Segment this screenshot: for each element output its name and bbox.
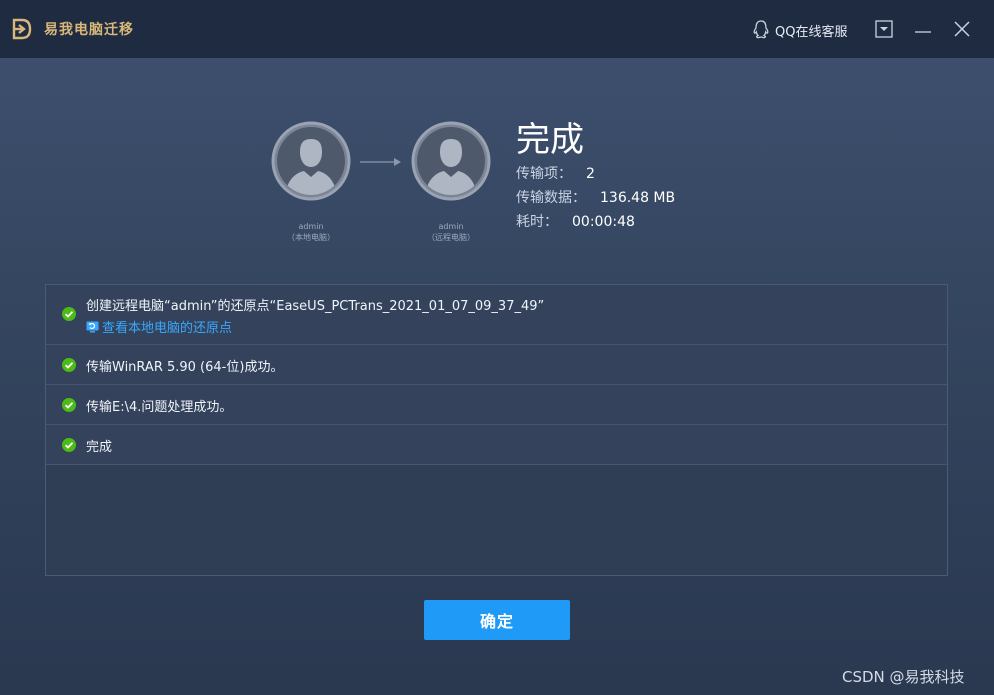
log-item-text: 完成 xyxy=(86,440,113,455)
success-check-icon xyxy=(62,307,76,321)
qq-icon xyxy=(753,20,769,39)
minimize-button[interactable] xyxy=(911,17,935,41)
source-computer: admin （本地电脑） xyxy=(269,121,353,243)
transfer-log-list[interactable]: 创建远程电脑“admin”的还原点“EaseUS_PCTrans_2021_01… xyxy=(45,284,948,576)
user-avatar-icon xyxy=(411,121,491,201)
transfer-data-value: 136.48 MB xyxy=(600,190,676,206)
log-item: 创建远程电脑“admin”的还原点“EaseUS_PCTrans_2021_01… xyxy=(46,285,947,345)
qq-support-label: QQ在线客服 xyxy=(775,24,848,40)
transfer-data-label: 传输数据： xyxy=(516,190,586,206)
transfer-items-label: 传输项： xyxy=(516,166,572,182)
success-check-icon xyxy=(62,398,76,412)
transfer-arrow-icon xyxy=(360,158,401,166)
log-item: 完成 xyxy=(46,425,947,465)
app-logo-icon xyxy=(12,18,32,40)
transfer-data-stat: 传输数据： 136.48 MB xyxy=(516,187,675,207)
transfer-items-value: 2 xyxy=(586,166,595,182)
log-item: 传输WinRAR 5.90 (64-位)成功。 xyxy=(46,345,947,385)
target-computer-label: （远程电脑） xyxy=(427,233,475,242)
log-item: 传输E:\4.问题处理成功。 xyxy=(46,385,947,425)
confirm-button[interactable]: 确定 xyxy=(424,600,570,640)
qq-support-button[interactable]: QQ在线客服 xyxy=(752,18,847,42)
view-restore-point-link[interactable]: 查看本地电脑的还原点 xyxy=(86,317,232,336)
completion-title: 完成 xyxy=(516,120,584,160)
target-computer: admin （远程电脑） xyxy=(409,121,493,243)
success-check-icon xyxy=(62,358,76,372)
target-user-name: admin xyxy=(438,222,464,231)
user-avatar-icon xyxy=(271,121,351,201)
title-bar: 易我电脑迁移 QQ在线客服 xyxy=(0,0,994,58)
log-item-text: 创建远程电脑“admin”的还原点“EaseUS_PCTrans_2021_01… xyxy=(86,299,545,314)
elapsed-time-label: 耗时： xyxy=(516,214,558,230)
view-restore-point-label: 查看本地电脑的还原点 xyxy=(102,321,233,336)
log-item-text: 传输WinRAR 5.90 (64-位)成功。 xyxy=(86,360,284,375)
source-user-name: admin xyxy=(298,222,324,231)
transfer-items-stat: 传输项： 2 xyxy=(516,163,595,183)
app-title: 易我电脑迁移 xyxy=(44,22,134,38)
source-computer-label: （本地电脑） xyxy=(287,233,335,242)
log-item-text: 传输E:\4.问题处理成功。 xyxy=(86,400,233,415)
close-button[interactable] xyxy=(950,17,974,41)
restore-point-icon xyxy=(86,321,99,332)
elapsed-time-value: 00:00:48 xyxy=(572,214,635,230)
dropdown-menu-button[interactable] xyxy=(872,17,896,41)
success-check-icon xyxy=(62,438,76,452)
elapsed-time-stat: 耗时： 00:00:48 xyxy=(516,211,635,231)
watermark: CSDN @易我科技 xyxy=(842,668,965,686)
